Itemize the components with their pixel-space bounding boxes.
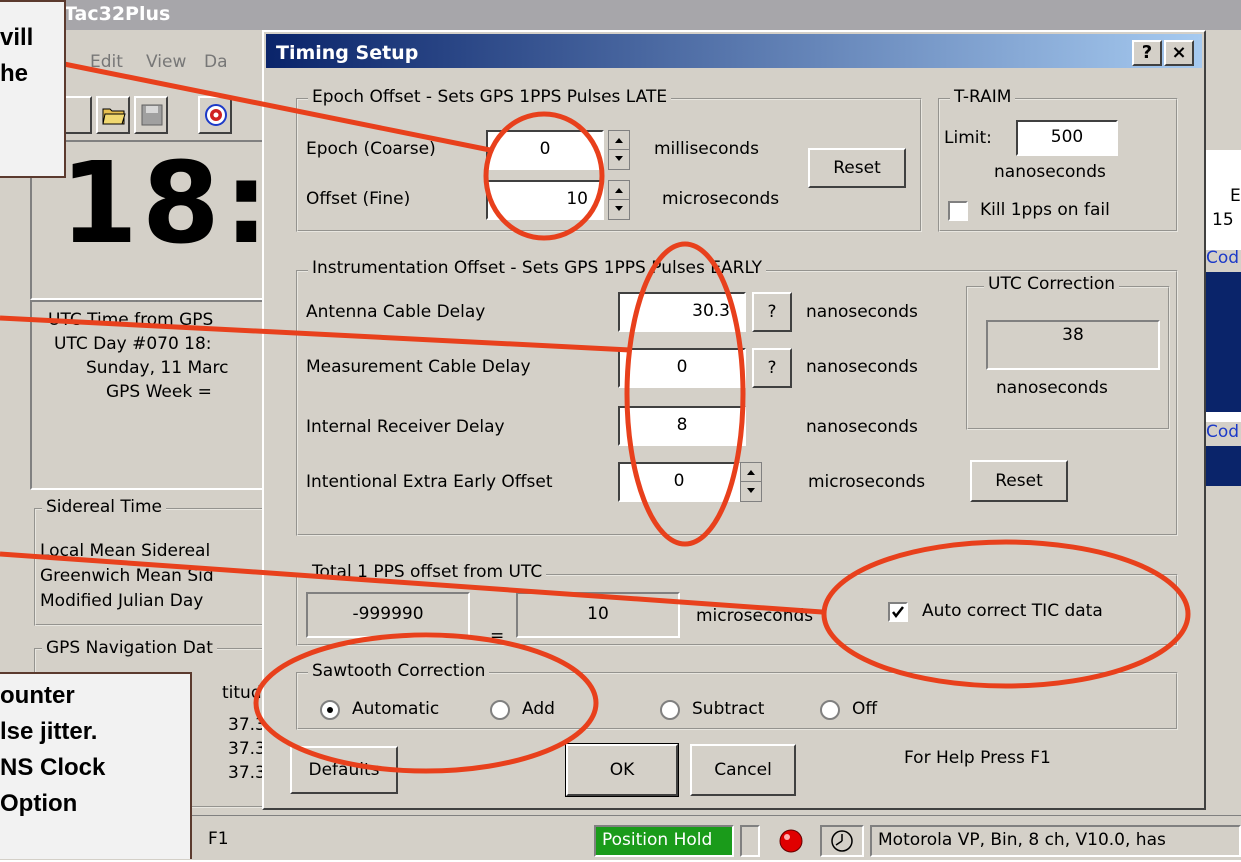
callout-line: ounter [0,682,75,709]
annotation-ellipse-delays [624,241,746,547]
annotation-callout-bottom: ounter lse jitter. NS Clock Option [0,672,192,859]
callout-line: NS Clock [0,754,106,781]
callout-line: vill [0,24,34,51]
annotation-leader-line [63,61,491,153]
callout-line: lse jitter. [0,718,98,745]
annotation-leader-line [0,551,823,615]
annotation-ellipse-epoch [483,111,605,241]
annotation-ellipse-autocorrect [821,539,1191,689]
callout-line: Option [0,790,78,817]
annotation-ellipse-sawtooth [253,632,599,774]
callout-line: he [0,60,29,87]
annotation-leader-line [0,315,631,353]
annotation-callout-top: vill he [0,0,66,178]
